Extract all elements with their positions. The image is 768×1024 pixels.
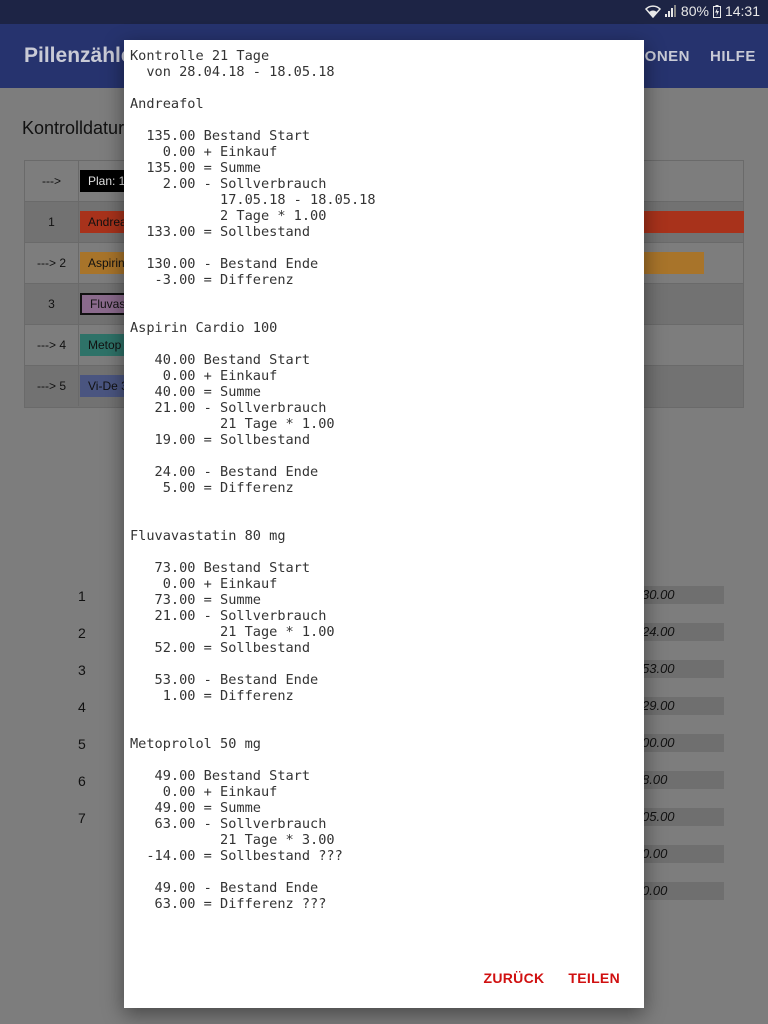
report-line: 49.00 = Summe: [154, 800, 261, 816]
report-line: 63.00 - Sollverbrauch: [154, 816, 327, 832]
list-number: 7: [78, 810, 86, 826]
report-line: 5.00 = Differenz: [162, 480, 294, 496]
status-bar: 80% 14:31: [0, 0, 768, 24]
wifi-icon: [644, 4, 661, 18]
report-line: 2 Tage * 1.00: [220, 208, 327, 224]
value-field[interactable]: 8.00: [634, 771, 724, 789]
back-button[interactable]: ZURÜCK: [484, 970, 545, 986]
report-line: -3.00 = Differenz: [154, 272, 294, 288]
report-line: 135.00 = Summe: [146, 160, 261, 176]
report-line: 19.00 = Sollbestand: [154, 432, 311, 448]
report-line: 0.00 + Einkauf: [162, 368, 278, 384]
share-button[interactable]: TEILEN: [568, 970, 620, 986]
value-field[interactable]: 29.00: [634, 697, 724, 715]
report-line: 135.00 Bestand Start: [146, 128, 311, 144]
row-index: ---> 5: [25, 366, 79, 406]
report-line: 0.00 + Einkauf: [162, 144, 278, 160]
list-number: 2: [78, 625, 86, 641]
row-index: 1: [25, 202, 79, 242]
report-line: 130.00 - Bestand Ende: [146, 256, 319, 272]
report-line: Metoprolol 50 mg: [130, 736, 261, 752]
report-line: 21 Tage * 1.00: [220, 624, 335, 640]
row-index: 3: [25, 284, 79, 324]
report-line: 40.00 = Summe: [154, 384, 261, 400]
report-line: 52.00 = Sollbestand: [154, 640, 311, 656]
list-number: 1: [78, 588, 86, 604]
report-line: 49.00 Bestand Start: [154, 768, 311, 784]
report-line: -14.00 = Sollbestand ???: [146, 848, 343, 864]
report-line: 40.00 Bestand Start: [154, 352, 311, 368]
value-field[interactable]: 00.00: [634, 734, 724, 752]
row-index: --->: [25, 161, 79, 201]
menu-hilfe[interactable]: HILFE: [710, 48, 756, 65]
report-line: Aspirin Cardio 100: [130, 320, 278, 336]
report-line: 21 Tage * 3.00: [220, 832, 335, 848]
signal-icon: [664, 5, 677, 17]
dialog-actions: ZURÜCK TEILEN: [484, 970, 621, 986]
menu-optionen[interactable]: IONEN: [640, 48, 690, 65]
list-number: 3: [78, 662, 86, 678]
row-index: ---> 2: [25, 243, 79, 283]
report-line: 133.00 = Sollbestand: [146, 224, 311, 240]
report-line: Kontrolle 21 Tage: [130, 48, 270, 64]
report-line: 21.00 - Sollverbrauch: [154, 608, 327, 624]
report-line: 21.00 - Sollverbrauch: [154, 400, 327, 416]
report-line: 63.00 = Differenz ???: [154, 896, 327, 912]
report-text: Kontrolle 21 Tage von 28.04.18 - 18.05.1…: [130, 48, 376, 912]
report-line: 73.00 = Summe: [154, 592, 261, 608]
report-line: 1.00 = Differenz: [162, 688, 294, 704]
report-line: 0.00 + Einkauf: [162, 784, 278, 800]
list-number: 5: [78, 736, 86, 752]
battery-icon: [712, 4, 721, 18]
clock: 14:31: [724, 3, 760, 19]
report-line: 2.00 - Sollverbrauch: [162, 176, 327, 192]
page-heading: Kontrolldatur: [22, 118, 125, 138]
value-field[interactable]: 0.00: [634, 882, 724, 900]
report-line: Andreafol: [130, 96, 204, 112]
value-field[interactable]: 24.00: [634, 623, 724, 641]
report-line: 0.00 + Einkauf: [162, 576, 278, 592]
report-line: 24.00 - Bestand Ende: [154, 464, 319, 480]
report-line: von 28.04.18 - 18.05.18: [146, 64, 335, 80]
app-title: Pillenzähle: [24, 44, 133, 67]
report-line: 21 Tage * 1.00: [220, 416, 335, 432]
list-number: 4: [78, 699, 86, 715]
battery-percent: 80%: [680, 3, 709, 19]
value-field[interactable]: 0.00: [634, 845, 724, 863]
value-field[interactable]: 05.00: [634, 808, 724, 826]
report-line: 73.00 Bestand Start: [154, 560, 311, 576]
report-line: 49.00 - Bestand Ende: [154, 880, 319, 896]
report-line: 17.05.18 - 18.05.18: [220, 192, 376, 208]
row-index: ---> 4: [25, 325, 79, 365]
list-number: 6: [78, 773, 86, 789]
report-line: 53.00 - Bestand Ende: [154, 672, 319, 688]
report-line: Fluvavastatin 80 mg: [130, 528, 286, 544]
value-field[interactable]: 53.00: [634, 660, 724, 678]
report-dialog: Kontrolle 21 Tage von 28.04.18 - 18.05.1…: [124, 40, 644, 1008]
value-field[interactable]: 30.00: [634, 586, 724, 604]
